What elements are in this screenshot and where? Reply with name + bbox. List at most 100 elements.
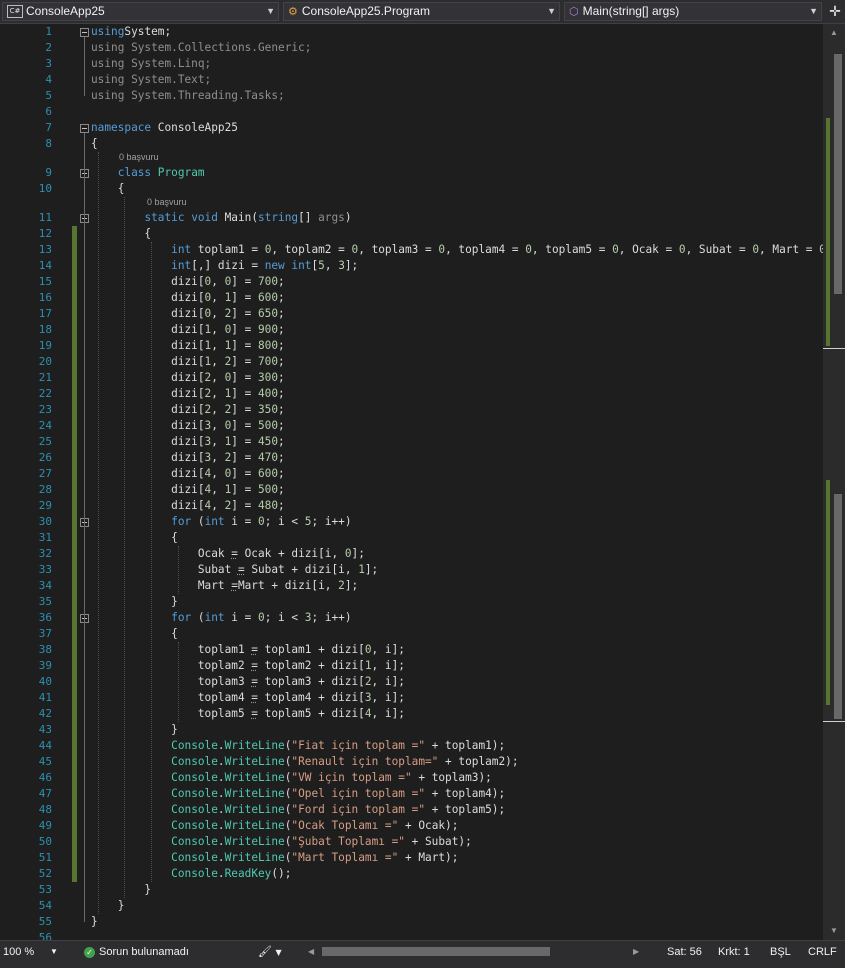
code-editor[interactable]: 1 2 3 4 5 6 7 8 9 10 11 12 13 14 15 16 17 18 19 20 21 22 23 24 2… — [0, 24, 823, 940]
line-number: 56 — [38, 931, 52, 940]
zoom-dropdown-icon[interactable]: ▼ — [50, 941, 58, 968]
insert-mode[interactable]: BŞL — [770, 941, 791, 968]
code-line[interactable]: dizi[3, 0] = 500; — [91, 418, 285, 434]
code-cleanup-icon[interactable]: 🖌 ▼ — [258, 941, 282, 968]
code-token: + toplam1); — [425, 739, 506, 752]
code-line[interactable]: { — [91, 181, 125, 197]
code-line[interactable]: dizi[4, 1] = 500; — [91, 482, 285, 498]
horizontal-scrollbar-thumb[interactable] — [322, 947, 550, 956]
code-token: { — [91, 182, 125, 195]
code-line[interactable]: Console.WriteLine("Ford için toplam =" +… — [91, 802, 505, 818]
code-line[interactable]: for (int i = 0; i < 3; i++) — [91, 610, 351, 626]
collapse-toggle-icon[interactable] — [80, 124, 89, 133]
code-line[interactable]: dizi[1, 2] = 700; — [91, 354, 285, 370]
code-line[interactable]: using System.Collections.Generic; — [91, 40, 311, 56]
code-line[interactable]: dizi[3, 1] = 450; — [91, 434, 285, 450]
code-line[interactable]: { — [91, 226, 151, 242]
line-number: 39 — [38, 659, 52, 672]
code-token: "Ford için toplam =" — [291, 803, 426, 816]
code-token: ( — [191, 611, 205, 624]
code-line[interactable]: dizi[4, 2] = 480; — [91, 498, 285, 514]
code-line[interactable]: Console.WriteLine("Şubat Toplamı =" + Su… — [91, 834, 472, 850]
code-line[interactable]: Ocak = Ocak + dizi[i, 0]; — [91, 546, 365, 562]
code-token: using System.Text; — [91, 73, 212, 86]
issues-indicator[interactable]: ✓ Sorun bulunamadı — [84, 941, 189, 968]
code-line[interactable]: } — [91, 898, 125, 914]
code-line[interactable]: Console.WriteLine("Fiat için toplam =" +… — [91, 738, 505, 754]
scrollbar-thumb[interactable] — [834, 54, 842, 294]
code-line[interactable]: toplam4 = toplam4 + dizi[3, i]; — [91, 690, 405, 706]
code-line[interactable]: dizi[2, 0] = 300; — [91, 370, 285, 386]
split-window-icon[interactable]: ✛ — [825, 0, 845, 24]
cursor-line[interactable]: Sat: 56 — [667, 941, 702, 968]
code-line[interactable]: Mart =Mart + dizi[i, 2]; — [91, 578, 358, 594]
scroll-down-icon[interactable]: ▼ — [823, 924, 845, 938]
code-line[interactable]: dizi[2, 2] = 350; — [91, 402, 285, 418]
code-line[interactable]: dizi[1, 0] = 900; — [91, 322, 285, 338]
code-line[interactable]: { — [91, 530, 178, 546]
code-line[interactable]: namespace ConsoleApp25 — [91, 120, 238, 136]
code-line[interactable]: for (int i = 0; i < 5; i++) — [91, 514, 351, 530]
code-line[interactable]: Subat = Subat + dizi[i, 1]; — [91, 562, 378, 578]
cursor-column[interactable]: Krkt: 1 — [718, 941, 750, 968]
code-token: ]; — [351, 547, 365, 560]
code-line[interactable]: class Program — [91, 165, 205, 181]
code-line[interactable]: toplam1 = toplam1 + dizi[0, i]; — [91, 642, 405, 658]
zoom-level[interactable]: 100 % — [3, 941, 34, 968]
code-line[interactable]: dizi[0, 0] = 700; — [91, 274, 285, 290]
project-dropdown[interactable]: C# ConsoleApp25 ▼ — [2, 2, 279, 21]
collapse-toggle-icon[interactable] — [80, 28, 89, 37]
line-number: 2 — [45, 41, 52, 54]
code-line[interactable]: toplam5 = toplam5 + dizi[4, i]; — [91, 706, 405, 722]
scrollbar-thumb-lower[interactable] — [834, 494, 842, 719]
chevron-down-icon: ▼ — [809, 6, 818, 16]
code-token: ; — [278, 483, 285, 496]
code-line[interactable]: Console.WriteLine("Ocak Toplamı =" + Oca… — [91, 818, 458, 834]
code-line[interactable]: Console.WriteLine("VW için toplam =" + t… — [91, 770, 492, 786]
code-line[interactable]: { — [91, 136, 98, 152]
code-token: + toplam3); — [411, 771, 492, 784]
code-line[interactable]: using System.Text; — [91, 72, 211, 88]
code-token: (); — [271, 867, 292, 880]
class-icon: ⚙ — [288, 5, 298, 19]
code-token: dizi[ — [91, 307, 205, 320]
code-line[interactable]: Console.WriteLine("Mart Toplamı =" + Mar… — [91, 850, 458, 866]
code-token: dizi[ — [91, 467, 205, 480]
code-line[interactable]: toplam2 = toplam2 + dizi[1, i]; — [91, 658, 405, 674]
member-dropdown[interactable]: ⬡ Main(string[] args) ▼ — [564, 2, 822, 21]
code-line[interactable]: dizi[4, 0] = 600; — [91, 466, 285, 482]
code-line[interactable]: usingSystem; — [91, 24, 171, 40]
line-endings[interactable]: CRLF — [808, 941, 837, 968]
code-line[interactable]: int[,] dizi = new int[5, 3]; — [91, 258, 358, 274]
scroll-up-icon[interactable]: ▲ — [823, 26, 845, 40]
code-line[interactable]: dizi[3, 2] = 470; — [91, 450, 285, 466]
scroll-right-icon[interactable]: ▶ — [633, 941, 639, 968]
code-line[interactable]: static void Main(string[] args) — [91, 210, 351, 226]
code-token: + Ocak); — [398, 819, 459, 832]
codelens-references[interactable]: 0 başvuru — [147, 197, 187, 208]
code-line[interactable]: toplam3 = toplam3 + dizi[2, i]; — [91, 674, 405, 690]
code-line[interactable]: using System.Linq; — [91, 56, 211, 72]
code-line[interactable]: using System.Threading.Tasks; — [91, 88, 285, 104]
code-line[interactable]: } — [91, 914, 98, 930]
type-dropdown[interactable]: ⚙ ConsoleApp25.Program ▼ — [283, 2, 560, 21]
code-line[interactable]: { — [91, 626, 178, 642]
scroll-left-icon[interactable]: ◀ — [308, 941, 314, 968]
code-line[interactable]: } — [91, 594, 178, 610]
code-line[interactable]: int toplam1 = 0, toplam2 = 0, toplam3 = … — [91, 242, 823, 258]
codelens-references[interactable]: 0 başvuru — [119, 152, 159, 163]
vertical-scrollbar[interactable]: ▲ ▼ — [823, 24, 845, 940]
code-line[interactable]: } — [91, 722, 178, 738]
code-token: dizi[ — [91, 275, 205, 288]
code-line[interactable]: Console.ReadKey(); — [91, 866, 291, 882]
code-line[interactable]: dizi[1, 1] = 800; — [91, 338, 285, 354]
code-line[interactable]: dizi[0, 2] = 650; — [91, 306, 285, 322]
code-token: "Şubat Toplamı =" — [291, 835, 405, 848]
code-line[interactable]: Console.WriteLine("Renault için toplam="… — [91, 754, 518, 770]
code-token: , — [211, 403, 225, 416]
code-line[interactable]: dizi[0, 1] = 600; — [91, 290, 285, 306]
code-line[interactable]: Console.WriteLine("Opel için toplam =" +… — [91, 786, 505, 802]
code-line[interactable]: dizi[2, 1] = 400; — [91, 386, 285, 402]
code-line[interactable]: } — [91, 882, 151, 898]
